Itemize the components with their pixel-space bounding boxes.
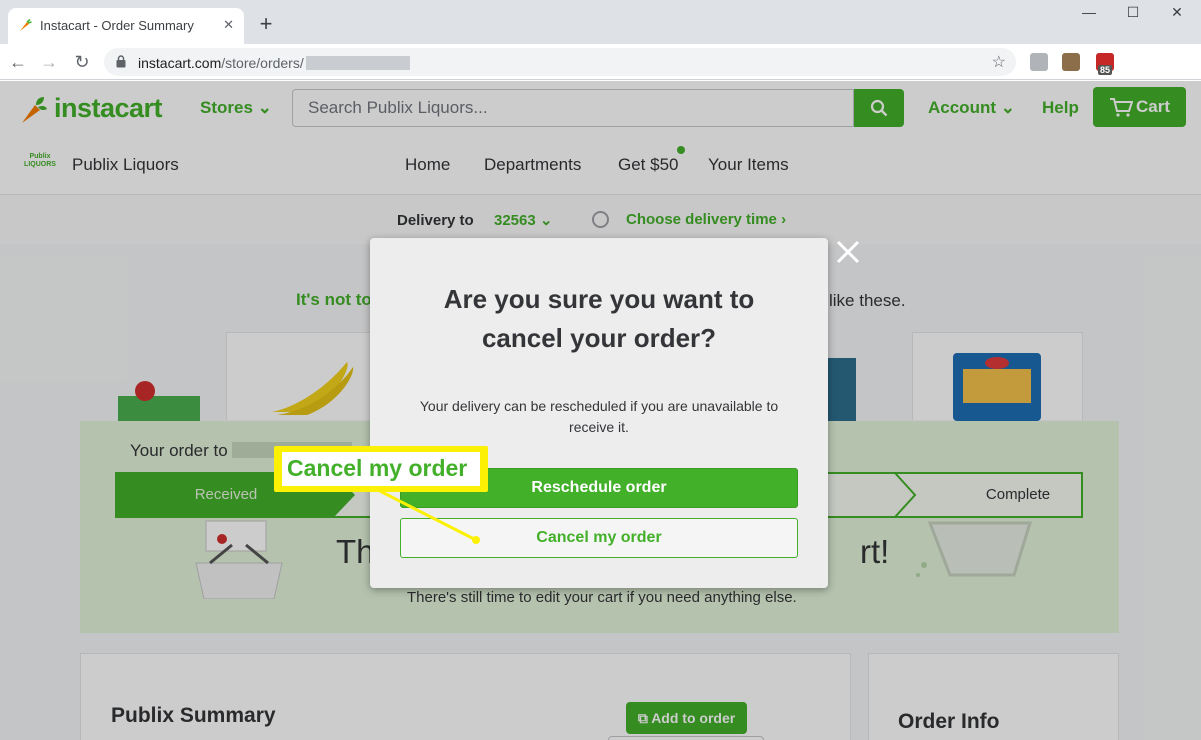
dialog-title: Are you sure you want to cancel your ord… — [443, 284, 755, 353]
carrot-favicon-icon — [20, 19, 32, 31]
callout-text: Cancel my order — [287, 455, 468, 481]
forward-arrow-icon[interactable]: → — [37, 50, 61, 74]
bookmark-star-icon[interactable]: ☆ — [992, 52, 1006, 72]
maximize-icon[interactable]: ☐ — [1122, 4, 1144, 22]
modal-close-icon[interactable] — [834, 238, 862, 266]
callout-box: Cancel my order — [282, 452, 480, 486]
url-path: /store/orders/ — [221, 55, 304, 71]
lock-icon — [116, 55, 126, 68]
browser-tab[interactable]: Instacart - Order Summary ✕ — [8, 8, 244, 44]
annotation-callout: Cancel my order — [274, 446, 488, 492]
reload-icon[interactable]: ↻ — [70, 50, 94, 74]
dialog-body: Your delivery can be rescheduled if you … — [419, 398, 779, 435]
url-redaction — [305, 56, 410, 70]
extension-fire-icon[interactable] — [1062, 53, 1080, 71]
new-tab-icon[interactable]: + — [254, 13, 278, 37]
url-host: instacart.com — [138, 55, 222, 71]
extension-feather-icon[interactable] — [1030, 53, 1048, 71]
window-close-icon[interactable]: ✕ — [1166, 4, 1188, 22]
minimize-icon[interactable]: — — [1078, 4, 1100, 22]
url-text: instacart.com/store/orders/ — [138, 55, 410, 71]
browser-titlebar: Instacart - Order Summary ✕ + — ☐ ✕ — [0, 0, 1201, 44]
tab-title: Instacart - Order Summary — [40, 18, 194, 33]
back-arrow-icon[interactable]: ← — [6, 50, 30, 74]
tab-close-icon[interactable]: ✕ — [223, 17, 234, 33]
browser-toolbar: ← → ↻ instacart.com/store/orders/ ☆ ⋮ — [0, 44, 1201, 121]
cancel-my-order-button[interactable]: Cancel my order — [400, 518, 798, 558]
extension-badge: 85 — [1098, 65, 1113, 75]
cancel-order-dialog: Are you sure you want to cancel your ord… — [370, 238, 828, 588]
address-bar[interactable]: instacart.com/store/orders/ ☆ — [104, 48, 1016, 76]
